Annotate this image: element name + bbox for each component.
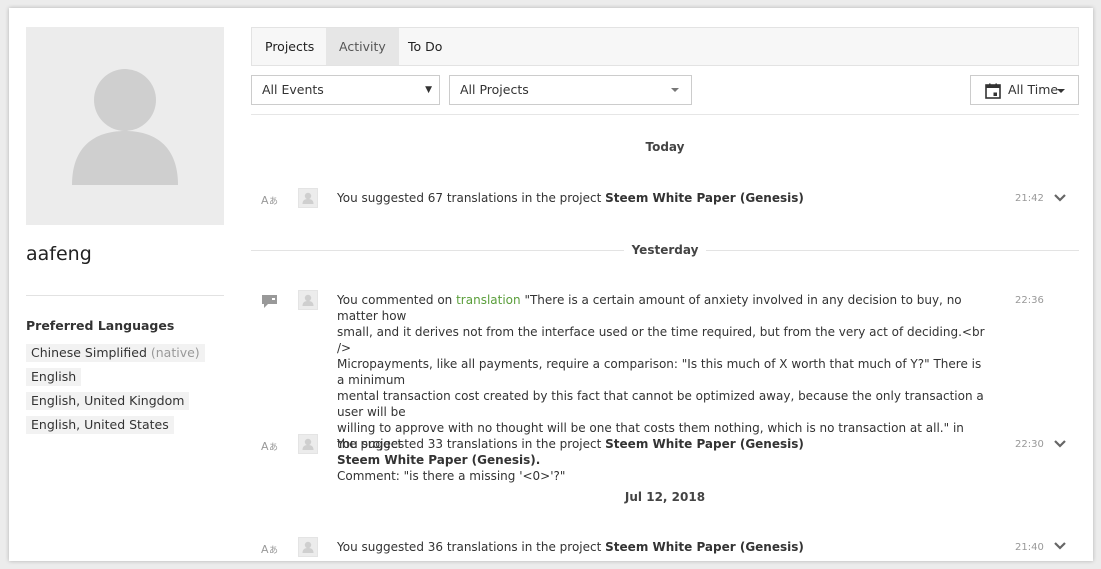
avatar xyxy=(298,537,318,557)
quote-line: Micropayments, like all payments, requir… xyxy=(337,357,982,387)
language-native-note: (native) xyxy=(150,345,200,360)
divider xyxy=(251,114,1079,115)
quote-line: mental transaction cost created by this … xyxy=(337,389,984,419)
activity-text: You suggested 33 translations in the pro… xyxy=(337,436,987,452)
user-icon xyxy=(302,541,314,553)
svg-text:あ: あ xyxy=(269,545,278,555)
language-list: Chinese Simplified (native) English Engl… xyxy=(26,344,205,440)
activity-text: You commented on translation "There is a… xyxy=(337,292,987,484)
events-filter-select[interactable]: All Events ▼ xyxy=(251,75,440,105)
translate-icon: A あ xyxy=(261,440,278,452)
activity-text: You suggested 36 translations in the pro… xyxy=(337,539,987,555)
comment-icon xyxy=(262,295,277,308)
translate-icon: A あ xyxy=(261,194,278,206)
caret-down-icon xyxy=(671,88,679,92)
projects-filter-value: All Projects xyxy=(460,82,529,97)
language-item: Chinese Simplified (native) xyxy=(26,344,205,362)
quote-line: small, and it derives not from the inter… xyxy=(337,325,985,355)
project-name[interactable]: Steem White Paper (Genesis) xyxy=(605,540,804,554)
svg-text:あ: あ xyxy=(269,442,278,452)
caret-down-icon: ▼ xyxy=(425,85,432,95)
language-name: English, United States xyxy=(31,417,169,432)
user-icon xyxy=(302,438,314,450)
svg-text:A: A xyxy=(261,543,269,555)
chevron-down-icon[interactable] xyxy=(1053,193,1067,203)
avatar xyxy=(298,188,318,208)
caret-down-icon xyxy=(1057,89,1065,93)
day-header: Jul 12, 2018 xyxy=(251,490,1079,504)
user-icon xyxy=(302,192,314,204)
tab-activity[interactable]: Activity xyxy=(326,28,399,65)
activity-text: You suggested 67 translations in the pro… xyxy=(337,190,987,206)
avatar xyxy=(298,290,318,310)
activity-description: You suggested 67 translations in the pro… xyxy=(337,191,606,205)
activity-description: You suggested 36 translations in the pro… xyxy=(337,540,606,554)
project-line: Steem White Paper (Genesis). xyxy=(337,452,987,468)
chevron-down-icon[interactable] xyxy=(1053,439,1067,449)
time-filter-button[interactable]: All Time xyxy=(970,75,1079,105)
tab-to-do[interactable]: To Do xyxy=(395,28,455,65)
profile-tabs: Projects Activity To Do xyxy=(251,27,1079,66)
project-name[interactable]: Steem White Paper (Genesis) xyxy=(605,191,804,205)
tab-projects[interactable]: Projects xyxy=(252,28,327,65)
language-name: English, United Kingdom xyxy=(31,393,185,408)
activity-time: 22:30 xyxy=(1015,439,1044,450)
preferred-languages-title: Preferred Languages xyxy=(26,318,175,333)
avatar xyxy=(298,434,318,454)
projects-filter-select[interactable]: All Projects xyxy=(449,75,692,105)
language-item: English, United Kingdom xyxy=(26,392,190,410)
svg-text:あ: あ xyxy=(269,196,278,206)
comment-line: You commented on translation "There is a… xyxy=(337,292,987,324)
activity-description: You suggested 33 translations in the pro… xyxy=(337,437,606,451)
svg-text:A: A xyxy=(261,194,269,206)
language-name: English xyxy=(31,369,77,384)
profile-avatar xyxy=(26,27,224,225)
default-user-icon xyxy=(72,69,178,185)
translation-link[interactable]: translation xyxy=(456,293,521,307)
activity-description: You commented on xyxy=(337,293,457,307)
translate-icon: A あ xyxy=(261,543,278,555)
chevron-down-icon[interactable] xyxy=(1053,541,1067,551)
user-icon xyxy=(302,294,314,306)
svg-text:A: A xyxy=(261,440,269,452)
day-label: Jul 12, 2018 xyxy=(624,490,706,504)
activity-time: 22:36 xyxy=(1015,295,1044,306)
calendar-icon xyxy=(985,83,1001,99)
day-header: Today xyxy=(251,140,1079,154)
activity-time: 21:40 xyxy=(1015,542,1044,553)
username: aafeng xyxy=(26,243,92,265)
language-item: English xyxy=(26,368,82,386)
language-name: Chinese Simplified xyxy=(31,345,147,360)
time-filter-label: All Time xyxy=(1008,82,1059,97)
day-header: Yesterday xyxy=(251,243,1079,257)
events-filter-value: All Events xyxy=(262,82,324,97)
comment-text: Comment: "is there a missing '<0>'?" xyxy=(337,469,566,483)
day-label: Today xyxy=(645,140,685,154)
activity-time: 21:42 xyxy=(1015,193,1044,204)
language-item: English, United States xyxy=(26,416,174,434)
project-name[interactable]: Steem White Paper (Genesis) xyxy=(605,437,804,451)
divider xyxy=(26,295,224,296)
day-label: Yesterday xyxy=(623,243,707,257)
profile-page: aafeng Preferred Languages Chinese Simpl… xyxy=(9,8,1093,561)
project-name[interactable]: Steem White Paper (Genesis). xyxy=(337,453,540,467)
